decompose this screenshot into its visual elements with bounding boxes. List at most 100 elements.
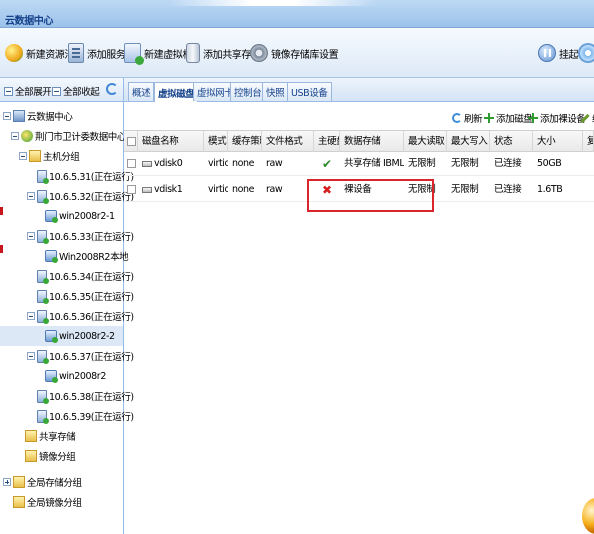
tree-node-host-31[interactable]: 10.6.5.31(正在运行)	[0, 166, 134, 186]
cache-cell: none	[232, 184, 255, 195]
cache-cell: none	[232, 158, 255, 169]
image-repo-settings-button[interactable]: 镜像存储库设置	[250, 42, 339, 64]
col-header-storage[interactable]: 数据存储	[340, 131, 404, 152]
tree-node-vm-win2008r2[interactable]: win2008r2	[0, 366, 123, 386]
expand-toggle-icon[interactable]	[3, 478, 11, 486]
group-icon	[29, 150, 41, 162]
collapse-toggle-icon[interactable]	[27, 352, 35, 360]
format-cell: raw	[266, 158, 283, 169]
suspend-button[interactable]: 挂起	[538, 42, 579, 64]
tree-node-host-33[interactable]: 10.6.5.33(正在运行)	[0, 226, 134, 246]
col-header-name[interactable]: 磁盘名称	[138, 131, 204, 152]
host-icon	[37, 189, 49, 204]
add-icon	[528, 113, 538, 123]
datacenter-node-icon	[21, 130, 33, 142]
edit-button[interactable]: 编	[580, 111, 594, 125]
refresh-icon	[452, 113, 462, 123]
tab-virtual-disk[interactable]: 虚拟磁盘	[154, 82, 199, 102]
tree-node-host-36[interactable]: 10.6.5.36(正在运行)	[0, 306, 134, 326]
group-icon	[13, 496, 25, 508]
collapse-toggle-icon[interactable]	[19, 152, 27, 160]
host-icon	[37, 289, 49, 304]
tree-node-vm-win2008r2-local[interactable]: Win2008R2本地	[0, 246, 129, 266]
tab-usb-device[interactable]: USB设备	[287, 82, 332, 101]
more-button[interactable]	[578, 42, 594, 64]
row-checkbox[interactable]	[127, 159, 136, 168]
size-cell: 1.6TB	[537, 184, 563, 195]
collapse-toggle-icon[interactable]	[11, 132, 19, 140]
max-write-cell: 无限制	[451, 184, 479, 195]
vm-icon	[45, 370, 58, 383]
tree-node-host-38[interactable]: 10.6.5.38(正在运行)	[0, 386, 134, 406]
disk-icon	[142, 186, 152, 193]
window-title: 云数据中心	[5, 16, 53, 27]
max-read-cell: 无限制	[408, 158, 436, 169]
tree-header: 全部展开 全部收起	[0, 78, 123, 102]
tree-node-host-34[interactable]: 10.6.5.34(正在运行)	[0, 266, 134, 286]
add-raw-device-button[interactable]: 添加裸设备	[528, 111, 586, 125]
tree-node-host-group[interactable]: 主机分组	[0, 146, 123, 166]
group-icon	[25, 430, 37, 442]
new-resource-pool-button[interactable]: 新建资源池	[5, 42, 74, 64]
col-header-extra[interactable]: 复	[583, 131, 594, 152]
title-accent	[168, 0, 378, 6]
col-header-mode[interactable]: 模式	[204, 131, 228, 152]
tree-node-host-37[interactable]: 10.6.5.37(正在运行)	[0, 346, 134, 366]
col-header-max-read[interactable]: 最大读取	[404, 131, 447, 152]
collapse-toggle-icon[interactable]	[27, 192, 35, 200]
col-header-cache[interactable]: 缓存策略	[228, 131, 262, 152]
tab-overview[interactable]: 概述	[128, 82, 155, 101]
tree-node-vm-win2008r2-2[interactable]: win2008r2-2	[0, 326, 123, 346]
server-icon	[68, 43, 84, 63]
disk-action-bar: 刷新 添加磁盘 添加裸设备 编	[124, 103, 594, 129]
tree-node-shared-storage[interactable]: 共享存储	[0, 426, 123, 446]
select-all-checkbox[interactable]	[127, 137, 136, 146]
collapse-toggle-icon[interactable]	[27, 232, 35, 240]
host-icon	[37, 229, 49, 244]
col-header-format[interactable]: 文件格式	[262, 131, 314, 152]
collapse-icon	[52, 86, 61, 96]
storage-cell: 共享存储 IBMLUN5	[344, 158, 404, 169]
vm-icon	[45, 250, 58, 263]
disk-name-cell: vdisk0	[138, 152, 204, 176]
gear-icon	[250, 44, 268, 62]
col-header-size[interactable]: 大小	[533, 131, 583, 152]
table-row[interactable]: vdisk0 virtio none raw ✔ 共享存储 IBMLUN5 无限…	[124, 152, 594, 176]
tree-node-jingmen-dc[interactable]: 荆门市卫计委数据中心	[0, 126, 126, 146]
tree-node-global-image-group[interactable]: 全局镜像分组	[0, 492, 123, 512]
tree-node-host-32[interactable]: 10.6.5.32(正在运行)	[0, 186, 134, 206]
tab-snapshot[interactable]: 快照	[262, 82, 289, 101]
host-icon	[37, 409, 49, 424]
refresh-button[interactable]: 刷新	[452, 111, 483, 125]
col-header-max-write[interactable]: 最大写入	[447, 131, 490, 152]
tree-node-host-35[interactable]: 10.6.5.35(正在运行)	[0, 286, 134, 306]
row-checkbox[interactable]	[127, 185, 136, 194]
tab-console[interactable]: 控制台	[230, 82, 266, 101]
col-header-primary[interactable]: 主硬盘	[314, 131, 340, 152]
primary-disk-check-icon: ✔	[322, 157, 332, 171]
add-disk-button[interactable]: 添加磁盘	[484, 111, 533, 125]
collapse-toggle-icon[interactable]	[27, 312, 35, 320]
tree-node-host-39[interactable]: 10.6.5.39(正在运行)	[0, 406, 134, 426]
vm-icon	[45, 210, 58, 223]
datacenter-icon	[13, 110, 25, 122]
host-icon	[37, 269, 49, 284]
pause-icon	[538, 44, 556, 62]
host-icon	[37, 169, 49, 184]
expand-icon	[4, 86, 13, 96]
collapse-all-button[interactable]: 全部收起	[52, 84, 100, 98]
resource-pool-icon	[5, 44, 23, 62]
collapse-toggle-icon[interactable]	[3, 112, 11, 120]
status-cell: 已连接	[494, 158, 522, 169]
group-icon	[25, 450, 37, 462]
new-vm-button[interactable]: 新建虚拟机	[124, 42, 192, 65]
tree-node-global-storage-group[interactable]: 全局存储分组	[0, 472, 123, 492]
col-header-status[interactable]: 状态	[490, 131, 533, 152]
expand-all-button[interactable]: 全部展开	[4, 84, 52, 98]
tree-node-vm-win2008r2-1[interactable]: win2008r2-1	[0, 206, 123, 226]
tree-node-image-group[interactable]: 镜像分组	[0, 446, 123, 466]
add-icon	[484, 113, 494, 123]
group-icon	[13, 476, 25, 488]
tree-node-cloud-dc[interactable]: 云数据中心	[0, 106, 123, 126]
refresh-tree-icon[interactable]	[106, 83, 118, 95]
